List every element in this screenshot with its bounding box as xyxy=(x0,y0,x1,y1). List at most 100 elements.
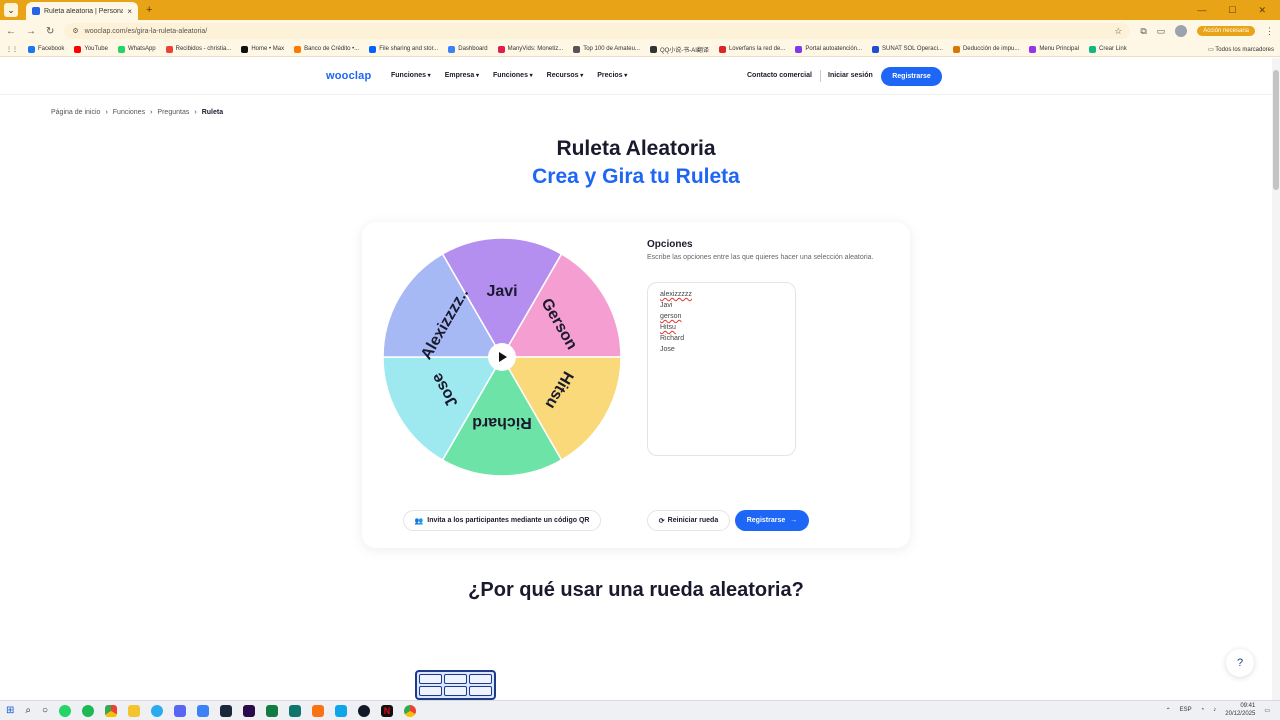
menu-precios[interactable]: Precios xyxy=(597,72,627,79)
premiere-icon[interactable] xyxy=(243,704,256,717)
bookmark-favicon-icon xyxy=(718,45,726,53)
extensions-icon[interactable]: ⧉ xyxy=(1140,26,1146,37)
scrollbar-thumb[interactable] xyxy=(1273,70,1279,190)
bookmark-item[interactable]: Portal autoatención... xyxy=(795,45,863,53)
spotify-icon[interactable] xyxy=(82,704,95,717)
bookmark-item[interactable]: ManyVids: Monetiz... xyxy=(497,45,563,53)
bookmark-item[interactable]: Facebook xyxy=(28,45,64,53)
bookmark-label: Banco de Crédito •... xyxy=(304,46,360,52)
discord-icon[interactable] xyxy=(174,704,187,717)
help-button[interactable]: ? xyxy=(1226,649,1254,677)
search-icon[interactable]: ⌕ xyxy=(25,705,31,716)
app-icon[interactable] xyxy=(358,704,371,717)
maximize-icon[interactable]: ☐ xyxy=(1228,5,1236,16)
wooclap-favicon-icon xyxy=(32,7,40,15)
participant-tile xyxy=(469,674,492,684)
breadcrumb-funciones[interactable]: Funciones xyxy=(113,109,145,116)
bookmark-item[interactable]: YouTube xyxy=(74,45,108,53)
menu-empresa[interactable]: Empresa xyxy=(445,72,479,79)
volume-icon[interactable]: ♪ xyxy=(1213,707,1216,713)
option-line: Richard xyxy=(660,335,685,342)
cast-icon[interactable]: ▭ xyxy=(1157,26,1166,37)
netflix-icon[interactable]: N xyxy=(381,704,394,717)
bookmark-item[interactable]: Crear Link xyxy=(1089,45,1127,53)
lang-indicator[interactable]: ESP xyxy=(1180,707,1192,713)
wifi-icon[interactable]: ◔ xyxy=(1201,707,1205,713)
bookmark-item[interactable]: Dashboard xyxy=(448,45,488,53)
breadcrumb-home[interactable]: Página de inicio xyxy=(51,109,100,116)
app-icon[interactable] xyxy=(335,704,348,717)
contact-sales-link[interactable]: Contacto comercial xyxy=(747,72,812,79)
bookmark-item[interactable]: Top 100 de Amateu... xyxy=(573,45,640,53)
bookmark-favicon-icon xyxy=(795,45,803,53)
menu-funciones-2[interactable]: Funciones xyxy=(493,72,533,79)
url-field[interactable]: ⚙ wooclap.com/es/gira-la-ruleta-aleatori… xyxy=(64,23,1131,39)
clock[interactable]: 09:41 20/12/2025 xyxy=(1225,702,1255,718)
bookmark-label: WhatsApp xyxy=(127,46,156,52)
bookmark-item[interactable]: Home • Max xyxy=(241,45,284,53)
update-button[interactable]: Acción necesaria xyxy=(1197,26,1255,36)
app-icon[interactable] xyxy=(289,704,302,717)
bookmark-item[interactable]: Menu Principal xyxy=(1029,45,1079,53)
options-title: Opciones xyxy=(647,239,693,250)
breadcrumb-preguntas[interactable]: Preguntas xyxy=(157,109,189,116)
bookmark-item[interactable]: Banco de Crédito •... xyxy=(294,45,360,53)
browser-tab[interactable]: Ruleta aleatoria | Personaliza y ... × xyxy=(26,2,138,20)
browser-menu-icon[interactable]: ⋮ xyxy=(1265,26,1274,37)
tray-arrow-icon[interactable]: ⌃ xyxy=(1166,707,1171,714)
random-wheel[interactable]: JaviGersonHitsuRichardJoseAlexizzzz.. xyxy=(382,237,622,477)
app-icon[interactable] xyxy=(197,704,210,717)
bookmark-label: Portal autoatención... xyxy=(805,46,863,52)
reset-wheel-button[interactable]: ⟳ Reiniciar rueda xyxy=(647,510,730,531)
close-window-icon[interactable]: ✕ xyxy=(1258,5,1266,16)
bookmark-item[interactable]: SUNAT SOL Operaci... xyxy=(872,45,943,53)
file-explorer-icon[interactable] xyxy=(128,704,141,717)
bookmark-item[interactable]: WhatsApp xyxy=(117,45,156,53)
bookmark-item[interactable]: QQ小说-书-AI翻译 xyxy=(649,45,709,54)
all-bookmarks-folder[interactable]: ▭ Todos los marcadores xyxy=(1208,46,1274,53)
menu-recursos[interactable]: Recursos xyxy=(547,72,584,79)
bookmark-favicon-icon xyxy=(28,45,35,53)
back-icon[interactable]: ← xyxy=(6,26,16,37)
section-heading: ¿Por qué usar una rueda aleatoria? xyxy=(468,579,804,601)
steam-icon[interactable] xyxy=(220,704,233,717)
bookmark-item[interactable]: File sharing and stor... xyxy=(369,45,438,53)
register-button-header[interactable]: Registrarse xyxy=(881,67,942,86)
app-icon[interactable] xyxy=(312,704,325,717)
site-info-icon[interactable]: ⚙ xyxy=(72,27,78,35)
chrome-icon[interactable] xyxy=(105,704,118,717)
invite-qr-button[interactable]: 👥 Invita a los participantes mediante un… xyxy=(403,510,601,531)
excel-icon[interactable] xyxy=(266,704,279,717)
options-textarea[interactable]: alexizzzzz Javi gerson Hitsu Richard Jos… xyxy=(647,282,796,456)
menu-funciones[interactable]: Funciones xyxy=(391,72,431,79)
forward-icon[interactable]: → xyxy=(26,26,36,37)
invite-qr-label: Invita a los participantes mediante un c… xyxy=(427,517,590,524)
page-title: Ruleta Aleatoria xyxy=(556,137,716,160)
option-line: Hitsu xyxy=(660,324,676,331)
apps-icon[interactable]: ⋮⋮ xyxy=(6,46,18,53)
register-button[interactable]: Registrarse → xyxy=(735,510,809,531)
profile-avatar[interactable] xyxy=(1175,25,1188,37)
new-tab-button[interactable]: + xyxy=(146,4,152,16)
bookmark-label: Dashboard xyxy=(458,46,488,52)
minimize-icon[interactable]: — xyxy=(1197,5,1206,16)
whatsapp-icon[interactable] xyxy=(59,704,72,717)
bookmark-item[interactable]: Loverfans la red de... xyxy=(718,45,785,53)
reload-icon[interactable]: ↻ xyxy=(46,26,54,37)
bookmark-favicon-icon xyxy=(872,45,880,53)
telegram-icon[interactable] xyxy=(151,704,164,717)
task-view-icon[interactable]: ○ xyxy=(42,705,48,716)
bookmark-favicon-icon xyxy=(497,45,505,53)
notification-icon[interactable]: ▭ xyxy=(1264,707,1270,714)
wooclap-logo[interactable]: wooclap xyxy=(326,70,371,82)
bookmark-label: SUNAT SOL Operaci... xyxy=(882,46,943,52)
participant-tile xyxy=(444,686,467,696)
chrome-icon[interactable] xyxy=(404,704,417,717)
login-link[interactable]: Iniciar sesión xyxy=(828,72,873,79)
windows-start-icon[interactable]: ⊞ xyxy=(6,705,14,716)
bookmark-star-icon[interactable]: ☆ xyxy=(1114,26,1122,37)
bookmark-item[interactable]: Recibidos - christia... xyxy=(165,45,231,53)
bookmark-item[interactable]: Deducción de impu... xyxy=(952,45,1019,53)
tab-close-icon[interactable]: × xyxy=(127,7,132,16)
tab-search-icon[interactable]: ⌄ xyxy=(4,3,18,17)
